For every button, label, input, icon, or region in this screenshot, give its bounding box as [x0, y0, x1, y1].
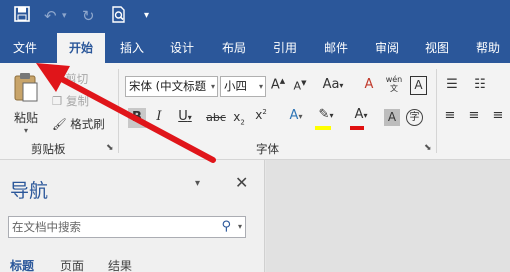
bullets-icon[interactable]: ☰ — [442, 77, 462, 92]
tab-insert[interactable]: 插入 — [110, 33, 154, 63]
tab-references[interactable]: 引用 — [263, 33, 307, 63]
chevron-down-icon: ▾ — [23, 126, 28, 135]
highlight-color-swatch — [315, 126, 331, 130]
cut-button[interactable]: ✂ 剪切 — [52, 71, 88, 87]
font-size-select[interactable]: 小四 ▾ — [220, 76, 266, 97]
undo-icon[interactable]: ↶ — [44, 6, 57, 26]
tab-file[interactable]: 文件 — [2, 33, 48, 63]
highlight-button[interactable]: ✎▾ — [313, 107, 339, 130]
save-icon[interactable] — [14, 6, 30, 27]
numbering-icon[interactable]: ☷ — [470, 77, 490, 92]
ribbon-tab-bar: 文件 开始 插入 设计 布局 引用 邮件 审阅 视图 帮助 — [0, 33, 510, 63]
enclose-characters-button[interactable]: 字 — [406, 109, 423, 126]
search-icon[interactable]: ⚲ — [221, 217, 231, 237]
font-name-select[interactable]: 宋体 (中文标题 ▾ — [125, 76, 218, 97]
pane-options-icon[interactable]: ▾ — [195, 178, 200, 189]
character-border-button[interactable]: A — [410, 76, 427, 95]
copy-icon: ❐ — [52, 94, 63, 108]
italic-button[interactable]: I — [153, 109, 165, 124]
font-color-swatch — [350, 126, 364, 130]
chevron-down-icon: ▾ — [210, 82, 215, 91]
clipboard-launcher-icon[interactable]: ⬊ — [106, 143, 114, 153]
brush-icon: 🖌 — [52, 117, 67, 131]
scissors-icon: ✂ — [52, 72, 62, 86]
undo-dropdown-icon[interactable]: ▾ — [62, 6, 67, 26]
navigation-title: 导航 — [10, 180, 49, 202]
font-name-value: 宋体 (中文标题 — [129, 79, 207, 93]
copy-button[interactable]: ❐ 复制 — [52, 93, 89, 109]
paste-button[interactable]: 粘贴 ▾ — [8, 71, 44, 139]
cut-label: 剪切 — [65, 72, 89, 86]
chevron-down-icon[interactable]: ▾ — [238, 217, 242, 237]
tab-review[interactable]: 审阅 — [365, 33, 409, 63]
nav-tab-pages[interactable]: 页面 — [60, 257, 84, 272]
clipboard-group-label: 剪贴板 — [31, 142, 66, 156]
ribbon: 粘贴 ▾ ✂ 剪切 ❐ 复制 🖌 格式刷 剪贴板 ⬊ 宋体 (中文标题 ▾ 小四… — [0, 63, 510, 160]
bold-button[interactable]: B — [128, 108, 146, 128]
font-group-label: 字体 — [256, 142, 279, 156]
search-input[interactable]: 在文档中搜索 ⚲ ▾ — [8, 216, 246, 238]
chevron-down-icon: ▾ — [258, 82, 263, 91]
tab-design[interactable]: 设计 — [160, 33, 204, 63]
search-placeholder: 在文档中搜索 — [12, 220, 81, 234]
align-center-icon[interactable]: ≡ — [466, 108, 482, 123]
highlighter-icon: ✎ — [318, 107, 330, 122]
customize-qat-icon[interactable]: ▾ — [144, 6, 149, 26]
quick-access-toolbar: ↶ ▾ ↻ ▾ — [0, 0, 510, 33]
redo-icon[interactable]: ↻ — [82, 6, 95, 26]
format-painter-label: 格式刷 — [70, 117, 105, 131]
document-area — [266, 160, 510, 272]
format-painter-button[interactable]: 🖌 格式刷 — [52, 116, 105, 132]
clipboard-icon — [14, 73, 38, 102]
strikethrough-button[interactable]: abc — [205, 111, 227, 124]
print-preview-icon[interactable] — [111, 6, 127, 28]
subscript-button[interactable]: x2 — [232, 110, 246, 126]
character-shading-button[interactable]: A — [384, 109, 400, 126]
copy-label: 复制 — [65, 94, 89, 108]
tab-home[interactable]: 开始 — [57, 33, 105, 63]
text-effects-button[interactable]: A▾ — [283, 108, 309, 123]
font-launcher-icon[interactable]: ⬊ — [424, 143, 432, 153]
nav-tab-headings[interactable]: 标题 — [10, 257, 34, 272]
shrink-font-button[interactable]: A▼ — [292, 79, 308, 93]
underline-button[interactable]: U▾ — [174, 109, 196, 124]
tab-layout[interactable]: 布局 — [212, 33, 256, 63]
align-left-icon[interactable]: ≡ — [442, 108, 458, 123]
grow-font-button[interactable]: A▲ — [270, 77, 286, 92]
font-color-button[interactable]: A▾ — [348, 107, 374, 130]
tab-help[interactable]: 帮助 — [466, 33, 510, 63]
paste-label: 粘贴 — [13, 111, 38, 125]
change-case-button[interactable]: Aa▾ — [318, 77, 348, 92]
font-size-value: 小四 — [224, 79, 247, 93]
group-separator — [118, 69, 119, 153]
align-right-icon[interactable]: ≡ — [490, 108, 506, 123]
nav-tab-results[interactable]: 结果 — [108, 257, 132, 272]
phonetic-guide-button[interactable]: wén 文 — [384, 75, 404, 93]
superscript-button[interactable]: x2 — [253, 108, 269, 122]
close-icon[interactable]: ✕ — [235, 173, 248, 192]
group-separator — [436, 69, 437, 153]
clear-formatting-icon[interactable]: A — [360, 77, 378, 92]
tab-view[interactable]: 视图 — [415, 33, 459, 63]
tab-mailings[interactable]: 邮件 — [314, 33, 358, 63]
